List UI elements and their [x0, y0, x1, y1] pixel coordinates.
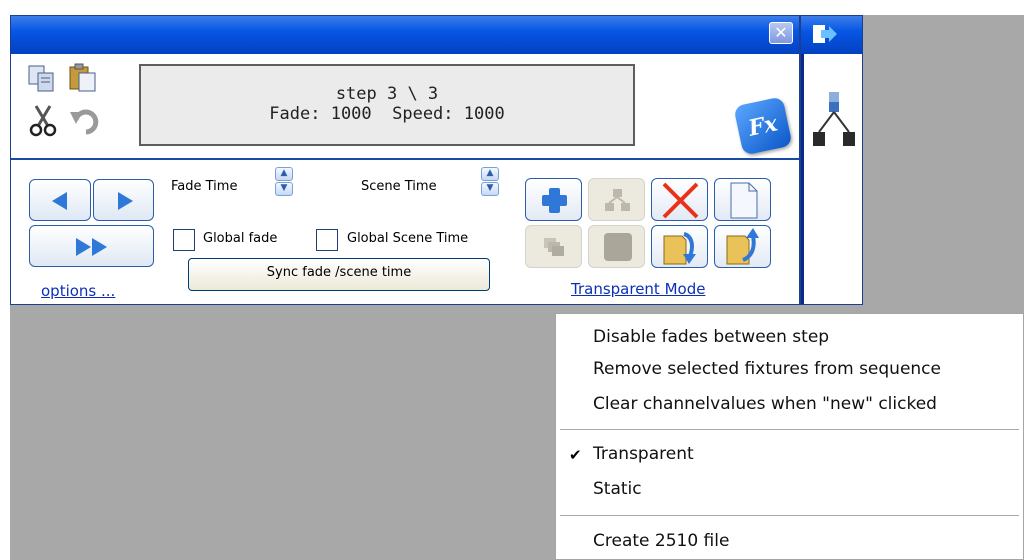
- side-pane: [800, 15, 863, 305]
- left-arrow-icon: [52, 192, 67, 210]
- scene-time-down-icon[interactable]: ▼: [481, 182, 499, 196]
- scene-time-stepper[interactable]: ▲ ▼: [481, 167, 501, 197]
- new-document-icon: [730, 182, 758, 219]
- bottom-panel: Fade Time ▲ ▼ Scene Time ▲ ▼ Global fade…: [11, 162, 799, 304]
- fade-time-up-icon[interactable]: ▲: [275, 167, 293, 181]
- exit-icon[interactable]: [801, 16, 864, 54]
- scene-time-up-icon[interactable]: ▲: [481, 167, 499, 181]
- export-button[interactable]: [714, 225, 771, 268]
- fx-effects-icon[interactable]: Fx: [733, 96, 793, 156]
- copy-icon[interactable]: [27, 64, 57, 94]
- top-panel: step 3 \ 3 Fade: 1000 Speed: 1000 Fx: [11, 54, 799, 160]
- stacked-copy-icon: [544, 238, 564, 256]
- fixture-network-icon[interactable]: [807, 88, 861, 158]
- step-display-line-2: Fade: 1000 Speed: 1000: [269, 104, 505, 124]
- sequence-window: ✕ step 3 \ 3 Fade: 1000 Speed: 1000 Fx F…: [10, 15, 800, 305]
- right-arrow-icon: [118, 192, 133, 210]
- new-file-button[interactable]: [714, 178, 771, 221]
- fast-forward-icon: [76, 238, 91, 256]
- options-link[interactable]: options ...: [41, 282, 115, 300]
- delete-x-icon: [662, 182, 699, 219]
- menu-separator-1: [560, 429, 1019, 430]
- transparent-mode-link[interactable]: Transparent Mode: [571, 280, 705, 298]
- import-folder-icon: [663, 232, 696, 265]
- checkmark-icon: ✔: [569, 446, 582, 464]
- plus-icon: [542, 188, 567, 213]
- close-button[interactable]: ✕: [769, 22, 793, 44]
- previous-step-button[interactable]: [29, 179, 91, 221]
- stop-button[interactable]: [588, 225, 645, 268]
- scene-time-label: Scene Time: [361, 179, 437, 194]
- fast-forward-icon-2: [92, 238, 107, 256]
- global-fade-checkbox[interactable]: [173, 229, 195, 251]
- side-title-bar: [801, 16, 862, 54]
- menu-item-disable-fades[interactable]: Disable fades between step: [593, 327, 829, 347]
- export-folder-icon: [726, 228, 759, 265]
- delete-step-button[interactable]: [651, 178, 708, 221]
- menu-item-static[interactable]: Static: [593, 479, 642, 499]
- fade-time-stepper[interactable]: ▲ ▼: [275, 167, 295, 197]
- menu-item-create-2510-file[interactable]: Create 2510 file: [593, 531, 729, 551]
- step-display-line-1: step 3 \ 3: [335, 84, 439, 104]
- play-button[interactable]: [29, 225, 154, 267]
- fade-time-label: Fade Time: [171, 179, 238, 194]
- menu-item-remove-fixtures[interactable]: Remove selected fixtures from sequence: [593, 359, 941, 379]
- cut-icon[interactable]: [28, 104, 58, 138]
- menu-item-transparent[interactable]: Transparent: [593, 444, 694, 464]
- fixture-tree-button[interactable]: [588, 178, 645, 221]
- title-bar[interactable]: ✕: [11, 16, 799, 54]
- add-step-button[interactable]: [525, 178, 582, 221]
- menu-separator-2: [560, 515, 1019, 516]
- context-menu: Disable fades between step Remove select…: [555, 313, 1024, 560]
- global-scene-time-label: Global Scene Time: [347, 231, 469, 246]
- sync-fade-scene-button[interactable]: Sync fade /scene time: [188, 258, 490, 291]
- tree-icon: [605, 189, 630, 211]
- fade-time-down-icon[interactable]: ▼: [275, 182, 293, 196]
- next-step-button[interactable]: [93, 179, 154, 221]
- step-display: step 3 \ 3 Fade: 1000 Speed: 1000: [139, 64, 635, 146]
- global-fade-label: Global fade: [203, 231, 278, 246]
- copy-steps-button[interactable]: [525, 225, 582, 268]
- menu-item-clear-channelvalues[interactable]: Clear channelvalues when "new" clicked: [593, 394, 937, 414]
- import-button[interactable]: [651, 225, 708, 268]
- undo-icon[interactable]: [68, 104, 102, 138]
- paste-icon[interactable]: [67, 62, 99, 94]
- global-scene-time-checkbox[interactable]: [316, 229, 338, 251]
- stop-square-icon: [604, 233, 632, 261]
- side-divider: [801, 16, 804, 304]
